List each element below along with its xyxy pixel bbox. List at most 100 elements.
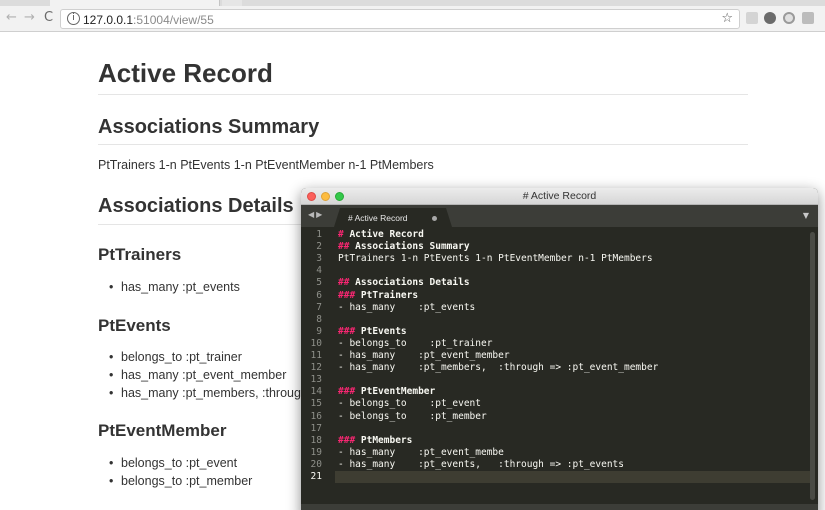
line-number: 17 (310, 422, 322, 434)
window-title: # Active Record (522, 190, 597, 202)
extension-icon[interactable] (783, 12, 795, 24)
list-item: belongs_to :pt_member (109, 474, 252, 488)
list-item: has_many :pt_events (109, 280, 240, 294)
line-number: 14 (310, 386, 322, 398)
forward-icon[interactable]: → (24, 10, 35, 26)
tab-nav-arrows-icon[interactable]: ◀▶ (308, 210, 324, 219)
list-item: belongs_to :pt_event (109, 456, 237, 470)
line-number: 20 (310, 458, 322, 470)
code-line[interactable]: # Active Record (338, 229, 424, 240)
current-line-highlight (335, 471, 810, 483)
heading-marker: ## (338, 277, 350, 289)
line-number: 21 (310, 471, 322, 482)
address-bar[interactable]: i 127.0.0.1:51004/view/55 ☆ (60, 9, 740, 29)
url-path: :51004/view/55 (133, 13, 214, 27)
code-line[interactable]: - has_many :pt_event_member (338, 350, 510, 361)
extension-icon[interactable] (746, 12, 758, 24)
code-text: Associations Summary (349, 241, 470, 253)
extension-icon[interactable] (802, 12, 814, 24)
code-text: PtEvents (355, 325, 407, 337)
extension-icon[interactable] (764, 12, 776, 24)
editor-titlebar[interactable]: # Active Record (301, 188, 818, 205)
line-number: 4 (316, 265, 322, 277)
code-line[interactable]: - belongs_to :pt_trainer (338, 338, 492, 349)
url-text[interactable]: 127.0.0.1:51004/view/55 (83, 13, 214, 27)
code-line[interactable]: ### PtEvents (338, 326, 407, 337)
reload-icon[interactable]: C (44, 10, 53, 26)
associations-summary-heading: Associations Summary (98, 116, 320, 138)
code-line[interactable]: - has_many :pt_events (338, 302, 475, 313)
line-number: 12 (310, 362, 322, 374)
line-number: 3 (316, 253, 322, 265)
code-text: PtEventMember (355, 386, 436, 398)
heading-rule (98, 144, 748, 145)
bookmark-star-icon[interactable]: ☆ (721, 11, 733, 26)
section-heading-pttrainers: PtTrainers (98, 245, 182, 264)
editor-scrollbar[interactable] (810, 232, 815, 500)
info-icon[interactable]: i (67, 12, 80, 25)
code-line[interactable]: PtTrainers 1-n PtEvents 1-n PtEventMembe… (338, 253, 653, 264)
text-editor-window[interactable]: # Active Record ◀▶ # Active Record ▼ 123… (301, 188, 818, 510)
code-text: PtMembers (355, 434, 413, 446)
code-text: - has_many :pt_events, :through => :pt_e… (338, 458, 624, 470)
code-text: - has_many :pt_events (338, 301, 476, 313)
line-number: 7 (316, 301, 322, 313)
line-number: 1 (316, 229, 322, 240)
back-icon[interactable]: ← (6, 10, 17, 26)
code-text: PtTrainers (355, 289, 419, 301)
code-text: - belongs_to :pt_event (338, 398, 481, 410)
unsaved-dot-icon[interactable] (432, 216, 437, 221)
heading-marker: ### (338, 386, 356, 398)
code-text: - has_many :pt_event_membe (338, 446, 504, 458)
associations-summary-text: PtTrainers 1-n PtEvents 1-n PtEventMembe… (98, 158, 434, 172)
code-line[interactable]: ## Associations Summary (338, 241, 470, 252)
code-line[interactable]: ## Associations Details (338, 277, 470, 288)
code-line[interactable]: ### PtTrainers (338, 290, 418, 301)
page-title: Active Record (98, 58, 273, 88)
line-number: 6 (316, 289, 322, 301)
line-number-gutter: 1 2 3 4 5 6 7 8 9 10 11 12 13 14 15 16 17 18 19 20 21 (301, 227, 335, 510)
code-text: - belongs_to :pt_member (338, 410, 487, 422)
heading-marker: ## (338, 241, 350, 253)
editor-tab-label: # Active Record (348, 213, 408, 223)
editor-status-bar (301, 504, 818, 510)
code-text: - has_many :pt_event_member (338, 350, 510, 361)
line-number: 11 (310, 350, 322, 361)
list-item: belongs_to :pt_trainer (109, 350, 242, 364)
line-number: 8 (316, 313, 322, 325)
line-number: 15 (310, 398, 322, 410)
line-number: 2 (316, 241, 322, 253)
code-line[interactable]: - belongs_to :pt_member (338, 411, 487, 422)
code-text: - has_many :pt_members, :through => :pt_… (338, 362, 659, 374)
line-number: 19 (310, 446, 322, 458)
line-number: 5 (316, 277, 322, 289)
line-number: 9 (316, 325, 322, 337)
code-line[interactable]: - has_many :pt_events, :through => :pt_e… (338, 459, 624, 470)
line-number: 16 (310, 410, 322, 422)
heading-marker: ### (338, 289, 356, 301)
code-text: PtTrainers 1-n PtEvents 1-n PtEventMembe… (338, 253, 653, 265)
line-number: 10 (310, 337, 322, 349)
heading-marker: ### (338, 325, 356, 337)
line-number: 18 (310, 434, 322, 446)
code-line[interactable]: - has_many :pt_members, :through => :pt_… (338, 362, 658, 373)
line-number: 13 (310, 374, 322, 386)
code-line[interactable]: - has_many :pt_event_membe (338, 447, 504, 458)
associations-details-heading: Associations Details (98, 195, 294, 217)
code-text: Active Record (343, 229, 424, 240)
browser-toolbar: ← → C i 127.0.0.1:51004/view/55 ☆ (0, 6, 825, 32)
section-heading-ptevents: PtEvents (98, 316, 171, 335)
editor-tab[interactable]: # Active Record (334, 208, 452, 227)
list-item: has_many :pt_members, :through = (109, 386, 319, 400)
heading-marker: ### (338, 434, 356, 446)
tab-dropdown-icon[interactable]: ▼ (803, 211, 809, 220)
url-host: 127.0.0.1 (83, 13, 134, 27)
code-text: - belongs_to :pt_trainer (338, 337, 493, 349)
code-text: Associations Details (349, 277, 470, 289)
editor-tab-bar: ◀▶ # Active Record ▼ (301, 205, 818, 227)
code-line[interactable]: ### PtMembers (338, 435, 412, 446)
heading-rule (98, 94, 748, 95)
code-line[interactable]: ### PtEventMember (338, 386, 435, 397)
section-heading-pteventmember: PtEventMember (98, 421, 227, 440)
code-line[interactable]: - belongs_to :pt_event (338, 398, 481, 409)
